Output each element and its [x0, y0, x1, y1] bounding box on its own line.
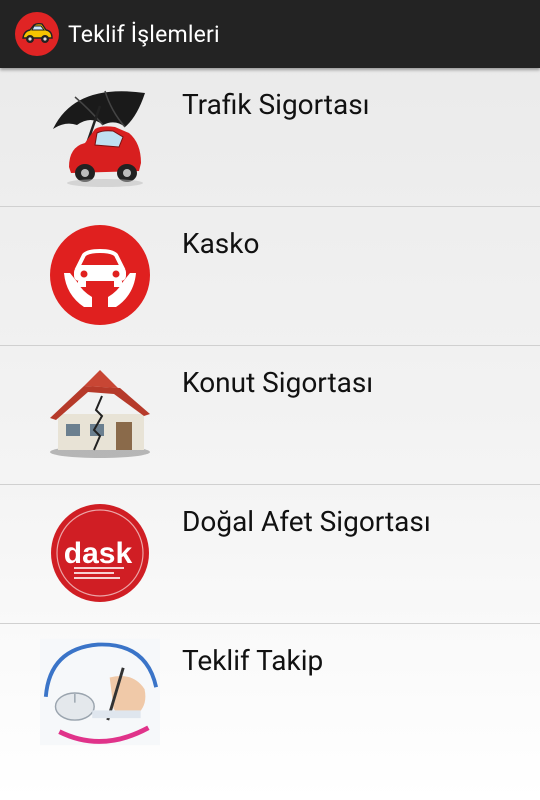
menu-item-trafik-sigortasi[interactable]: Trafik Sigortası — [0, 68, 540, 207]
dask-logo-text: dask — [64, 537, 133, 570]
menu-item-teklif-takip[interactable]: Teklif Takip — [0, 624, 540, 762]
app-title: Teklif İşlemleri — [68, 20, 220, 48]
mouse-pen-icon — [40, 636, 160, 748]
dask-logo-icon: dask — [40, 497, 160, 609]
hands-car-icon — [40, 219, 160, 331]
menu-item-label: Trafik Sigortası — [182, 88, 370, 121]
menu-item-label: Konut Sigortası — [182, 366, 374, 399]
menu-item-label: Doğal Afet Sigortası — [182, 505, 431, 538]
menu-item-kasko[interactable]: Kasko — [0, 207, 540, 346]
menu-item-dogal-afet-sigortasi[interactable]: dask Doğal Afet Sigortası — [0, 485, 540, 624]
car-logo-icon[interactable] — [14, 11, 60, 57]
house-crack-icon — [40, 358, 160, 470]
menu-item-konut-sigortasi[interactable]: Konut Sigortası — [0, 346, 540, 485]
app-bar: Teklif İşlemleri — [0, 0, 540, 68]
insurance-menu-list: Trafik Sigortası Kasko Konut Sigortası d… — [0, 68, 540, 762]
menu-item-label: Kasko — [182, 227, 260, 260]
menu-item-label: Teklif Takip — [182, 644, 324, 677]
umbrella-car-icon — [40, 80, 160, 192]
